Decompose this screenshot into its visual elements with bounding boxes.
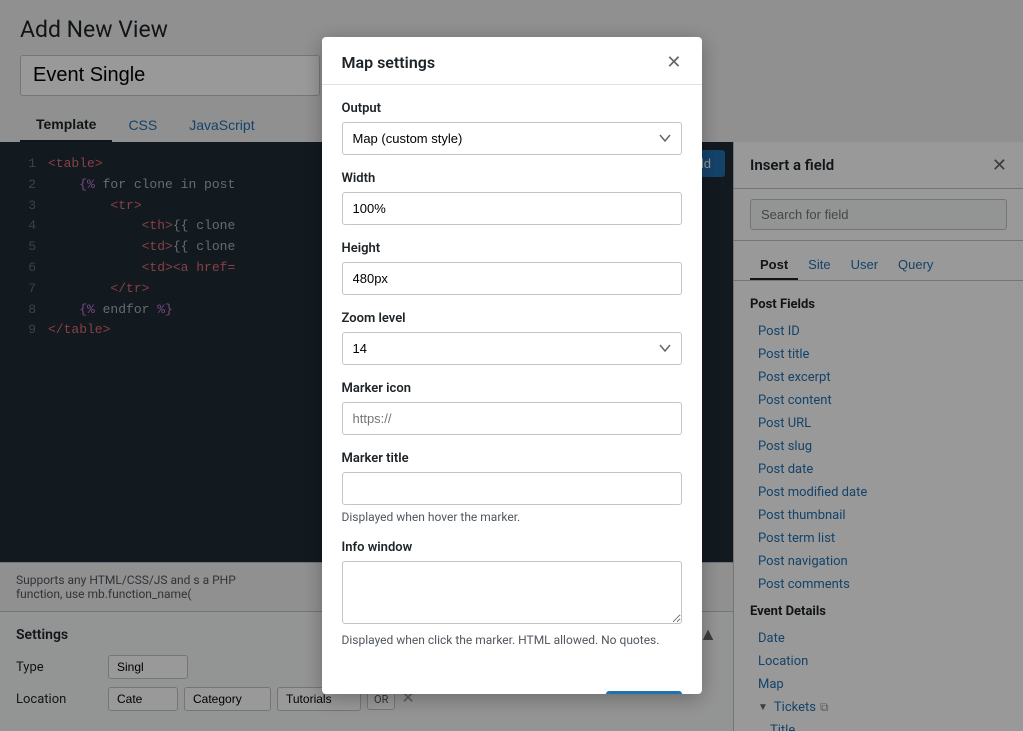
modal-overlay: Map settings ✕ Output Map (custom style)… <box>0 0 1023 731</box>
map-settings-modal: Map settings ✕ Output Map (custom style)… <box>322 37 702 695</box>
height-label: Height <box>342 241 682 256</box>
output-select[interactable]: Map (custom style) Map (default) Coordin… <box>342 122 682 155</box>
info-window-textarea[interactable] <box>342 561 682 624</box>
width-label: Width <box>342 171 682 186</box>
marker-icon-label: Marker icon <box>342 381 682 396</box>
modal-insert-button[interactable]: Insert <box>606 691 681 695</box>
width-input[interactable] <box>342 192 682 225</box>
info-window-label: Info window <box>342 540 682 555</box>
modal-title: Map settings <box>342 53 436 72</box>
marker-title-hint: Displayed when hover the marker. <box>342 510 682 524</box>
zoom-label: Zoom level <box>342 311 682 326</box>
zoom-select[interactable]: 14 1 5 10 15 18 <box>342 332 682 365</box>
marker-title-input[interactable] <box>342 472 682 505</box>
marker-icon-input[interactable] <box>342 402 682 435</box>
info-window-hint: Displayed when click the marker. HTML al… <box>342 633 682 647</box>
height-input[interactable] <box>342 262 682 295</box>
modal-close-button[interactable]: ✕ <box>666 53 681 71</box>
marker-title-label: Marker title <box>342 451 682 466</box>
output-label: Output <box>342 101 682 116</box>
